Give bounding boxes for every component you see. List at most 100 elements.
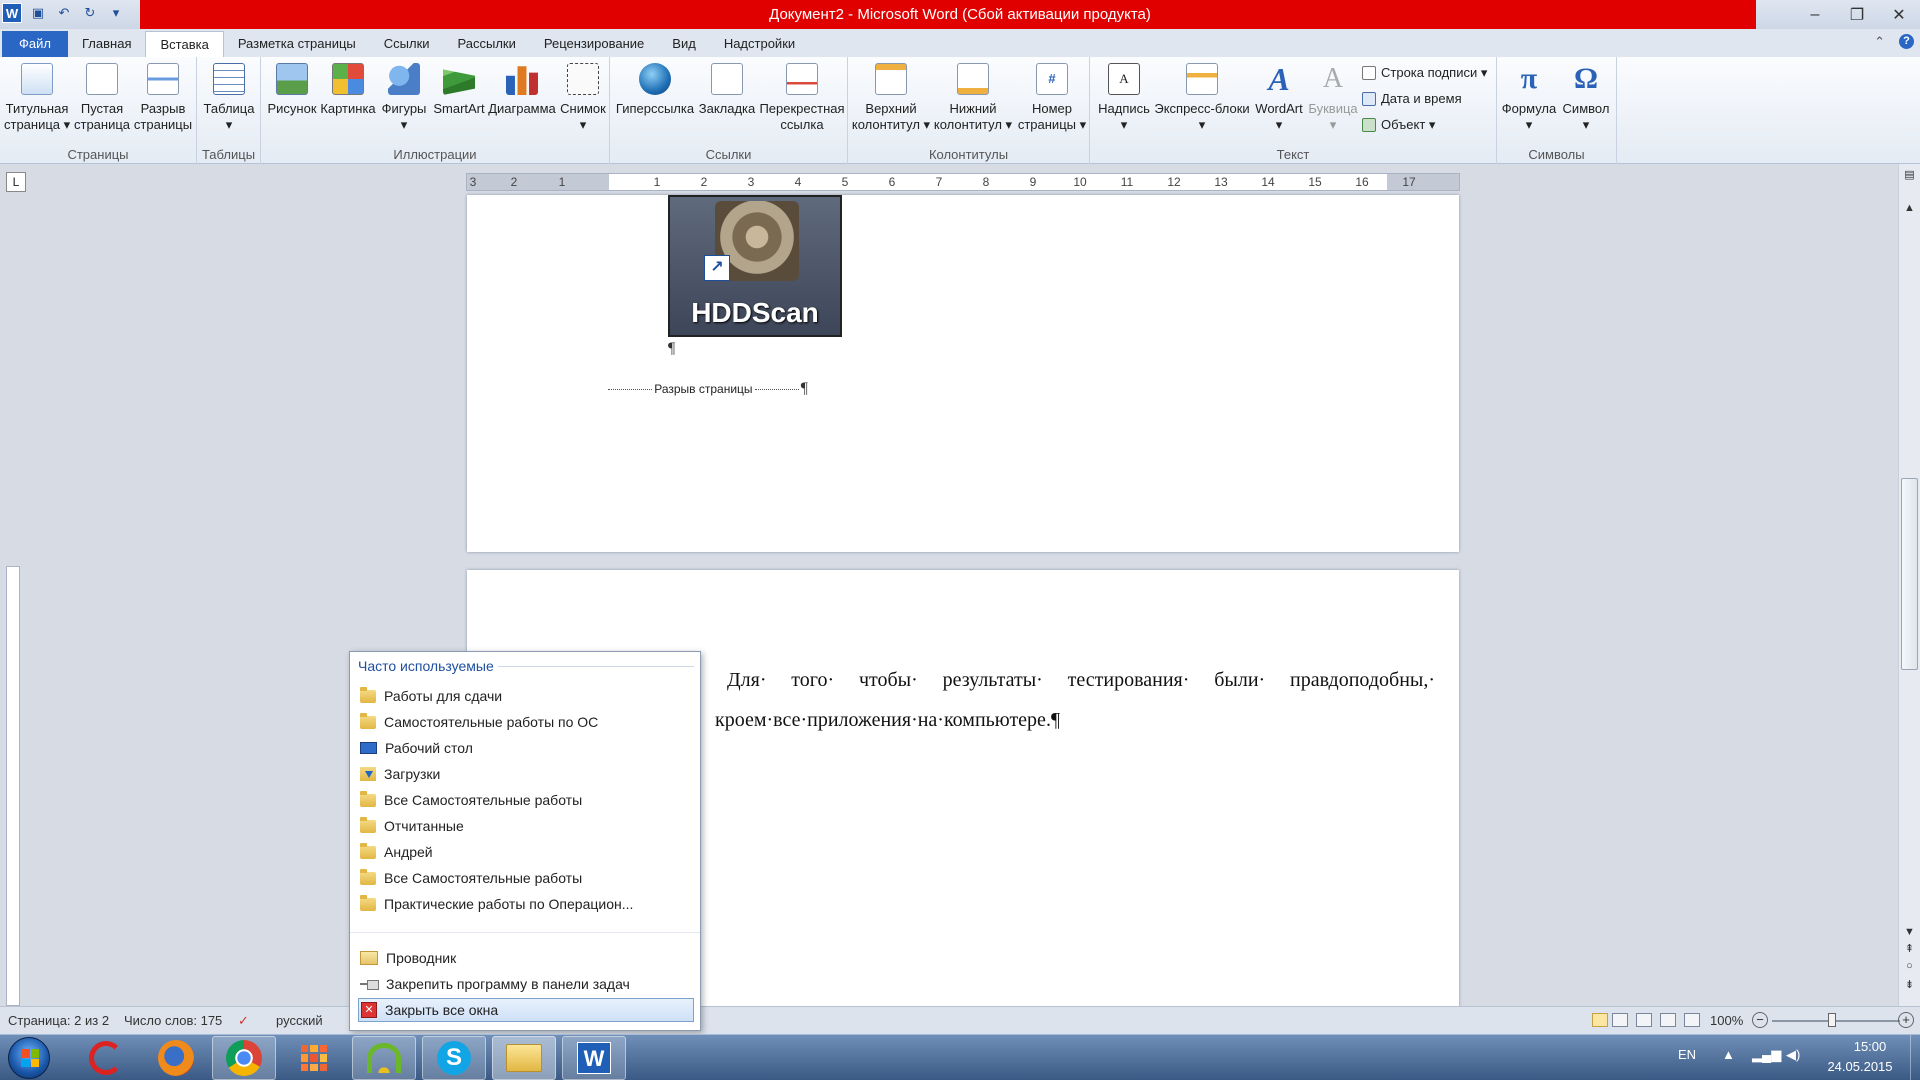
jumplist-task-close-all[interactable]: ✕ Закрыть все окна — [358, 998, 694, 1022]
page-break-button[interactable]: Разрыв страницы — [132, 63, 194, 133]
firefox-taskbar-button[interactable] — [144, 1036, 208, 1080]
symbol-button[interactable]: Ω Символ ▾ — [1559, 63, 1613, 133]
draft-view-icon[interactable] — [1684, 1013, 1700, 1027]
tab-file[interactable]: Файл — [2, 31, 68, 57]
vertical-scrollbar[interactable]: ▤ ▲ ▼ ⇞ ○ ⇟ — [1898, 164, 1920, 1012]
bookmark-button[interactable]: Закладка — [696, 63, 758, 117]
page-count[interactable]: Страница: 2 из 2 — [8, 1013, 109, 1028]
word-taskbar-button[interactable]: W — [562, 1036, 626, 1080]
jumplist-item[interactable]: Отчитанные — [358, 814, 694, 838]
browse-object-icon[interactable]: ○ — [1901, 960, 1918, 974]
shapes-button[interactable]: Фигуры ▾ — [377, 63, 431, 133]
ribbon: Титульная страница ▾ Пустая страница Раз… — [0, 57, 1920, 164]
tab-addins[interactable]: Надстройки — [710, 31, 809, 57]
spellcheck-icon[interactable]: ✓ — [238, 1013, 256, 1028]
show-hidden-icons[interactable]: ▲ — [1722, 1047, 1735, 1062]
next-page-icon[interactable]: ⇟ — [1901, 978, 1918, 992]
signature-line-button[interactable]: Строка подписи ▾ — [1362, 65, 1487, 81]
web-layout-view-icon[interactable] — [1636, 1013, 1652, 1027]
full-screen-view-icon[interactable] — [1612, 1013, 1628, 1027]
jumplist-item[interactable]: Работы для сдачи — [358, 684, 694, 708]
jumplist-item[interactable]: Рабочий стол — [358, 736, 694, 760]
start-button[interactable] — [8, 1037, 50, 1079]
chrome-taskbar-button[interactable] — [212, 1036, 276, 1080]
show-desktop-button[interactable] — [1910, 1035, 1920, 1080]
horizontal-ruler[interactable]: 3 2 1 1 2 3 4 5 6 7 8 9 10 11 12 13 14 1… — [466, 173, 1460, 191]
datetime-button[interactable]: Дата и время — [1362, 91, 1462, 106]
jumplist-item[interactable]: Практические работы по Операцион... — [358, 892, 694, 916]
jumplist-item[interactable]: Все Самостоятельные работы — [358, 788, 694, 812]
skype-taskbar-button[interactable]: S — [422, 1036, 486, 1080]
input-language[interactable]: EN — [1678, 1047, 1696, 1062]
word-count[interactable]: Число слов: 175 — [124, 1013, 222, 1028]
clock-date[interactable]: 24.05.2015 — [1820, 1059, 1900, 1074]
metro-apps-taskbar-button[interactable] — [282, 1036, 346, 1080]
header-button[interactable]: Верхний колонтитул ▾ — [850, 63, 932, 133]
close-button[interactable]: ✕ — [1878, 0, 1920, 29]
folder-icon — [360, 868, 376, 885]
clock-time[interactable]: 15:00 — [1840, 1039, 1900, 1054]
prev-page-icon[interactable]: ⇞ — [1901, 942, 1918, 956]
object-button[interactable]: Объект ▾ — [1362, 117, 1435, 133]
footer-button[interactable]: Нижний колонтитул ▾ — [932, 63, 1014, 133]
wifi-app-taskbar-button[interactable] — [352, 1036, 416, 1080]
jumplist-task-pin[interactable]: Закрепить программу в панели задач — [358, 972, 694, 996]
vertical-ruler[interactable] — [6, 566, 20, 1006]
picture-button[interactable]: Рисунок — [265, 63, 319, 117]
clipart-button[interactable]: Картинка — [319, 63, 377, 117]
minimize-button[interactable]: – — [1794, 0, 1836, 29]
page-number-button[interactable]: # Номер страницы ▾ — [1016, 63, 1088, 133]
tab-view[interactable]: Вид — [658, 31, 710, 57]
jumplist-item[interactable]: Андрей — [358, 840, 694, 864]
language-indicator[interactable]: русский — [276, 1013, 323, 1028]
skype-icon: S — [437, 1041, 471, 1075]
tab-mailings[interactable]: Рассылки — [444, 31, 530, 57]
tab-review[interactable]: Рецензирование — [530, 31, 658, 57]
jumplist-item[interactable]: Самостоятельные работы по ОС — [358, 710, 694, 734]
blank-page-button[interactable]: Пустая страница — [72, 63, 132, 133]
ruler-toggle-icon[interactable]: ▤ — [1901, 168, 1918, 182]
shapes-icon — [388, 63, 420, 95]
tab-selector[interactable]: L — [6, 172, 26, 192]
explorer-taskbar-button[interactable] — [492, 1036, 556, 1080]
zoom-level[interactable]: 100% — [1710, 1013, 1743, 1028]
quickparts-button[interactable]: Экспресс-блоки ▾ — [1152, 63, 1252, 133]
table-button[interactable]: Таблица ▾ — [199, 63, 259, 133]
tab-home[interactable]: Главная — [68, 31, 145, 57]
zoom-out-button[interactable]: − — [1752, 1012, 1768, 1028]
smartart-button[interactable]: SmartArt — [429, 63, 489, 117]
jumplist-item[interactable]: Загрузки — [358, 762, 694, 786]
crossref-icon — [786, 63, 818, 95]
scrollbar-thumb[interactable] — [1901, 478, 1918, 670]
textbox-button[interactable]: A Надпись ▾ — [1094, 63, 1154, 133]
wordart-button[interactable]: A WordArt ▾ — [1250, 63, 1308, 133]
tab-references[interactable]: Ссылки — [370, 31, 444, 57]
zoom-in-button[interactable]: + — [1898, 1012, 1914, 1028]
scroll-down-icon[interactable]: ▼ — [1901, 926, 1918, 940]
restore-button[interactable]: ❐ — [1836, 0, 1878, 29]
hyperlink-button[interactable]: Гиперссылка — [614, 63, 696, 117]
chart-button[interactable]: Диаграмма — [485, 63, 559, 117]
outline-view-icon[interactable] — [1660, 1013, 1676, 1027]
print-layout-view-icon[interactable] — [1592, 1013, 1608, 1027]
zoom-slider-thumb[interactable] — [1828, 1013, 1836, 1027]
minimize-ribbon-icon[interactable]: ⌃ — [1874, 34, 1885, 50]
network-signal-icon[interactable]: ▂▄▆ — [1752, 1047, 1781, 1063]
cover-page-button[interactable]: Титульная страница ▾ — [4, 63, 70, 133]
crossref-button[interactable]: Перекрестная ссылка — [758, 63, 846, 133]
equation-button[interactable]: π Формула ▾ — [1501, 63, 1557, 133]
scroll-up-icon[interactable]: ▲ — [1901, 202, 1918, 216]
dropcap-button[interactable]: A Буквица ▾ — [1304, 63, 1362, 133]
help-icon[interactable]: ? — [1899, 34, 1914, 49]
volume-icon[interactable]: ◀) — [1786, 1047, 1800, 1063]
zoom-slider[interactable] — [1772, 1020, 1900, 1022]
ccleaner-taskbar-button[interactable] — [74, 1036, 138, 1080]
jumplist-task-explorer[interactable]: Проводник — [358, 946, 694, 970]
document-page-1[interactable]: ↗ HDDScan ¶ Разрыв страницы ¶ — [467, 195, 1459, 552]
tab-insert[interactable]: Вставка — [145, 31, 224, 57]
document-paragraph[interactable]: Для· того· чтобы· результаты· тестирован… — [715, 660, 1435, 740]
tab-page-layout[interactable]: Разметка страницы — [224, 31, 370, 57]
screenshot-button[interactable]: Снимок ▾ — [557, 63, 609, 133]
hddscan-shortcut-image[interactable]: ↗ HDDScan — [668, 195, 842, 337]
jumplist-item[interactable]: Все Самостоятельные работы — [358, 866, 694, 890]
